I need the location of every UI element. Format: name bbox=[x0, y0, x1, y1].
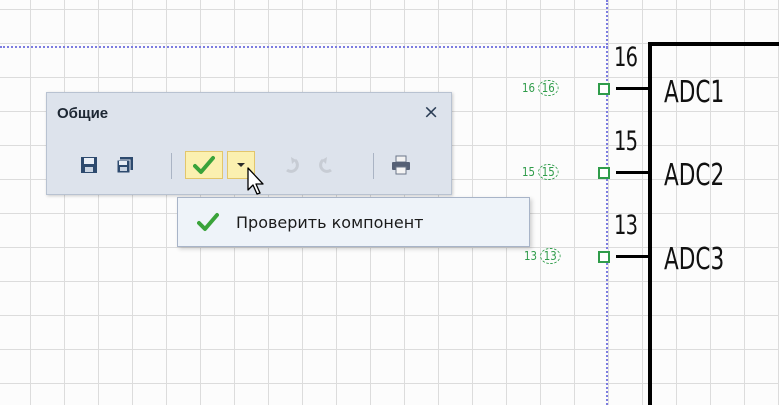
redo-icon bbox=[319, 157, 332, 173]
menu-item-label: Проверить компонент bbox=[236, 212, 424, 232]
close-icon[interactable]: × bbox=[423, 101, 439, 123]
toolbar-separator bbox=[373, 153, 374, 179]
pin-name: ADC1 bbox=[664, 75, 725, 110]
pin-endpoint[interactable] bbox=[598, 83, 610, 95]
redo-button[interactable] bbox=[313, 151, 341, 179]
pin-line bbox=[616, 171, 650, 174]
save-button[interactable] bbox=[75, 151, 103, 179]
pin-number: 13 bbox=[614, 210, 638, 241]
check-component-button[interactable] bbox=[185, 151, 223, 179]
component-body-left-edge bbox=[648, 42, 652, 405]
dropdown-arrow-icon bbox=[237, 163, 245, 167]
pin-line bbox=[616, 87, 650, 90]
net-label-text: 13 bbox=[524, 249, 537, 263]
save-icon bbox=[81, 157, 97, 173]
pin-name: ADC3 bbox=[664, 242, 725, 277]
pin-net-label: 15 15 bbox=[522, 164, 559, 180]
check-icon bbox=[193, 156, 215, 174]
print-icon bbox=[392, 155, 410, 175]
print-button[interactable] bbox=[387, 151, 415, 179]
net-label-text: 16 bbox=[522, 81, 535, 95]
undo-icon bbox=[286, 157, 299, 173]
save-all-button[interactable] bbox=[111, 151, 139, 179]
component-body-top-edge bbox=[648, 42, 779, 46]
pin-endpoint[interactable] bbox=[598, 251, 610, 263]
pin-net-label: 16 16 bbox=[522, 80, 559, 96]
net-label-circle: 15 bbox=[538, 164, 559, 180]
save-all-icon bbox=[116, 157, 133, 174]
toolbar-separator bbox=[171, 153, 172, 179]
check-dropdown-menu: Проверить компонент bbox=[177, 197, 530, 247]
pin-name: ADC2 bbox=[664, 158, 725, 193]
menu-item-check-component[interactable]: Проверить компонент bbox=[180, 200, 527, 244]
pin-number: 16 bbox=[614, 42, 638, 73]
net-label-circle: 13 bbox=[540, 248, 561, 264]
horizontal-guide-line bbox=[0, 46, 608, 48]
toolbar-title: Общие bbox=[57, 105, 109, 122]
pin-number: 15 bbox=[614, 126, 638, 157]
net-label-circle: 16 bbox=[538, 80, 559, 96]
undo-button[interactable] bbox=[277, 151, 305, 179]
mouse-pointer-icon bbox=[247, 167, 264, 195]
pin-endpoint[interactable] bbox=[598, 167, 610, 179]
pin-line bbox=[616, 255, 650, 258]
pin-net-label: 13 13 bbox=[524, 248, 561, 264]
net-label-text: 15 bbox=[522, 165, 535, 179]
check-icon bbox=[180, 212, 236, 232]
vertical-guide-line bbox=[606, 0, 608, 405]
